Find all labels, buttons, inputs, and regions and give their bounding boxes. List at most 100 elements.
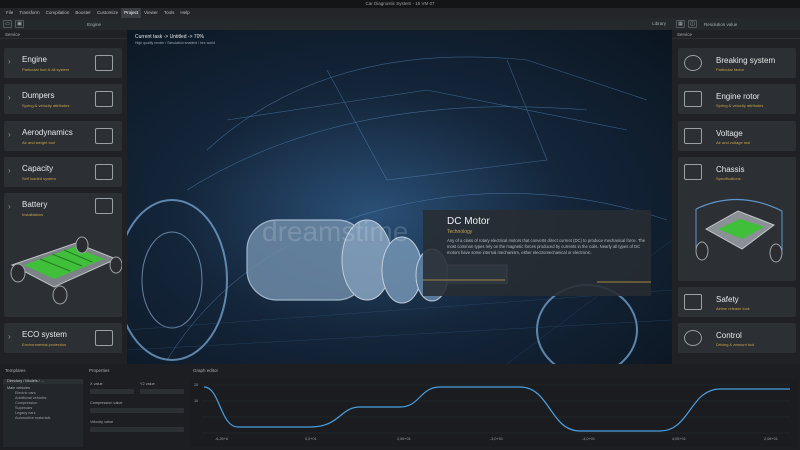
3d-viewport[interactable]: Current task -> Untitled -> 70% High qua… [127,30,672,364]
split-icon[interactable]: ◫ [688,20,697,28]
left-panel-header: Service [0,30,127,39]
service-card-battery[interactable]: › Battery Installations [4,193,122,317]
card-subtitle: Specifications [716,176,741,181]
card-subtitle: Spring & velocity attributes [716,103,764,108]
layout-icon[interactable]: ▣ [15,20,24,28]
viewport-render-status: High quality render / Simulation enabled… [135,41,215,45]
left-service-panel: Service › Engine Particular fuel & all s… [0,30,127,364]
watermark-text: dreamstime [262,216,409,247]
velocity-value-label: Velocity value [90,420,114,424]
graph-editor-header: Graph editor [193,368,219,373]
monitor-icon[interactable]: ▭ [3,20,12,28]
right-toolbar: ▦ ◫ Resolution value [672,18,800,30]
menu-booster[interactable]: Booster [72,8,94,18]
service-card-dumpers[interactable]: › Dumpers Spring & velocity attributes [4,84,122,114]
x-value-label: X value [90,382,103,386]
callout-title: DC Motor [447,216,490,227]
card-title: Battery [22,200,48,209]
card-subtitle: Air and weight tool [22,140,55,145]
card-title: Engine [22,55,47,64]
service-card-engine[interactable]: › Engine Particular fuel & all system [4,48,122,78]
callout-description: Any of a class of rotary electrical moto… [447,238,646,255]
engine-rotor-icon [684,91,702,107]
chevron-right-icon: › [8,202,11,211]
engine-icon [95,55,113,71]
menu-help[interactable]: Help [177,8,192,18]
dumper-icon [95,91,113,107]
card-title: Control [716,331,742,340]
chevron-right-icon: › [8,93,11,102]
card-subtitle: Environmental protection [22,342,67,347]
card-subtitle: Particular factor [716,67,745,72]
menu-project[interactable]: Project [121,8,142,18]
library-label[interactable]: Library [652,21,666,26]
menu-compilation[interactable]: Compilation [43,8,73,18]
compression-value-field[interactable] [90,408,184,413]
tree-path: Directory / Models / ... [3,379,83,384]
x-value-field[interactable] [90,389,134,394]
service-card-chassis[interactable]: Chassis Specifications [678,157,796,281]
card-title: Capacity [22,164,54,173]
menu-viewer[interactable]: Viewer [141,8,161,18]
chevron-right-icon: › [8,332,11,341]
car-xray-render [127,56,672,364]
service-card-eco[interactable]: › ECO system Environmental protection [4,323,122,353]
card-subtitle: Installations [22,212,44,217]
viewport-task-status: Current task -> Untitled -> 70% [135,34,204,40]
service-card-voltage[interactable]: Voltage Air and voltage tool [678,121,796,151]
graph-x-tick: -3,0+01 [490,437,503,441]
card-title: Chassis [716,165,745,174]
graph-x-tick: -4,0+01 [582,437,595,441]
brake-disc-icon [684,55,702,71]
right-service-panel: Service Breaking system Particular facto… [672,30,800,364]
right-panel-header: Service [672,30,800,39]
grid-icon[interactable]: ▦ [676,20,685,28]
chassis-illustration [695,198,783,263]
y2-value-label: Y2 value [140,382,155,386]
graph-x-tick: -6,26+6 [215,437,228,441]
properties-header: Properties [89,368,110,373]
menu-transform[interactable]: Transform [16,8,42,18]
resolution-label: Resolution value [704,21,738,27]
graph-editor[interactable]: 20 10 -6,26+6 0,0+01 2,06+01 -3,0+01 -4,… [190,379,797,447]
card-subtitle: Self loaded system [22,176,56,181]
velocity-value-field[interactable] [90,427,184,432]
card-title: Engine rotor [716,92,760,101]
service-card-breaking-system[interactable]: Breaking system Particular factor [678,48,796,78]
battery-pack-illustration [10,236,122,305]
service-card-capacity[interactable]: › Capacity Self loaded system [4,157,122,187]
service-card-safety[interactable]: Safety Airline release lock [678,287,796,317]
properties-form: X value Y2 value Compression value Veloc… [86,379,186,447]
card-title: Dumpers [22,91,55,100]
card-title: Voltage [716,129,743,138]
menu-customize[interactable]: Customize [94,8,121,18]
card-title: ECO system [22,330,67,339]
aerodynamics-icon [95,128,113,144]
graph-x-tick: 2,06+01 [764,437,778,441]
safety-icon [684,294,702,310]
card-subtitle: Particular fuel & all system [22,67,70,72]
chevron-right-icon: › [8,130,11,139]
tree-item[interactable]: Automotive materials [3,416,83,421]
bottom-panel: Templates Properties Graph editor Direct… [0,366,800,450]
graph-x-tick: 4,05+01 [672,437,686,441]
chevron-right-icon: › [8,57,11,66]
menu-tools[interactable]: Tools [161,8,178,18]
menu-bar: File Transform Compilation Booster Custo… [0,8,800,18]
chevron-right-icon: › [8,166,11,175]
card-subtitle: Spring & velocity attributes [22,103,70,108]
left-toolbar: ▭ ▣ Engine [0,18,127,30]
y2-value-field[interactable] [140,389,184,394]
service-card-engine-rotor[interactable]: Engine rotor Spring & velocity attribute… [678,84,796,114]
service-card-aerodynamics[interactable]: › Aerodynamics Air and weight tool [4,121,122,151]
service-card-control[interactable]: Control Driving & amount tool [678,323,796,353]
chassis-icon [684,164,702,180]
center-toolbar: Library [127,18,672,30]
template-tree: Directory / Models / ... Main vehicles E… [3,379,83,447]
card-subtitle: Driving & amount tool [716,342,755,347]
eco-icon [95,330,113,346]
card-subtitle: Air and voltage tool [716,140,751,145]
menu-file[interactable]: File [3,8,16,18]
voltage-icon [684,128,702,144]
graph-curve [202,384,790,434]
